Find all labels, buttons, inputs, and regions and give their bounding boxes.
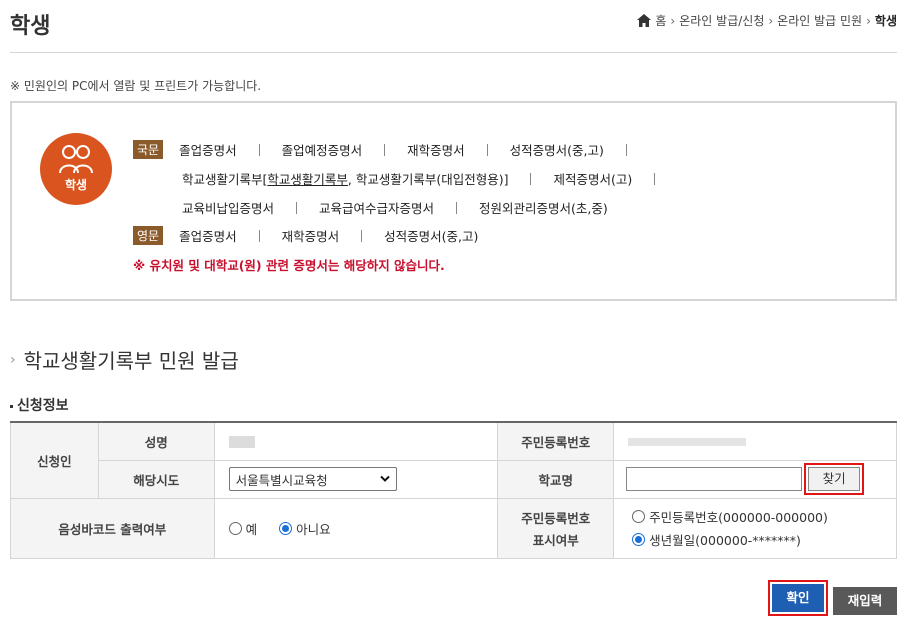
- cert-enrollment[interactable]: 재학증명서: [407, 140, 465, 159]
- divider: [456, 201, 458, 214]
- divider: [361, 229, 363, 242]
- region-cell: 서울특별시교육청: [213, 459, 499, 499]
- rrn-display-label-1: 주민등록번호: [521, 510, 591, 526]
- header-divider: [10, 52, 897, 53]
- divider: [486, 143, 488, 156]
- cert-tuition-payment[interactable]: 교육비납입증명서: [182, 198, 274, 217]
- name-label: 성명: [97, 421, 215, 461]
- rrn-full-label[interactable]: 주민등록번호(000000-000000): [649, 507, 828, 526]
- find-school-button[interactable]: 찾기: [808, 467, 861, 491]
- rrn-value: [613, 421, 897, 461]
- divider: [258, 229, 260, 242]
- cert-record-prefix: 학교생활기록부[: [182, 172, 268, 187]
- name-value: [213, 421, 499, 461]
- divider: [384, 143, 386, 156]
- redacted-name: [228, 436, 255, 449]
- rrn-birth-radio[interactable]: [632, 533, 646, 546]
- barcode-yes-radio[interactable]: [228, 521, 242, 535]
- region-select-value: 서울특별시교육청: [235, 472, 328, 488]
- barcode-label: 음성바코드 출력여부: [10, 497, 215, 559]
- application-form: 신청인 성명 주민등록번호 해당시도 서울특별시교육청 학교명 찾기 음성바코드…: [10, 421, 897, 559]
- chevron-down-icon: [379, 475, 390, 482]
- divider: [654, 172, 656, 185]
- barcode-options: 예 아니요: [213, 497, 499, 559]
- chevron-right-icon: ›: [10, 351, 16, 368]
- table-row: 해당시도 서울특별시교육청 학교명 찾기: [11, 459, 897, 499]
- certificate-box: 학생 국문 졸업증명서 졸업예정증명서 재학증명서 성적증명서(중,고) 학교생…: [10, 101, 897, 301]
- english-tag: 영문: [133, 226, 164, 245]
- rrn-birth-label[interactable]: 생년월일(000000-*******): [649, 530, 801, 549]
- warning-text: ※ 유치원 및 대학교(원) 관련 증명서는 해당하지 않습니다.: [133, 258, 445, 273]
- divider: [530, 172, 532, 185]
- rrn-label: 주민등록번호: [497, 421, 615, 461]
- student-badge: 학생: [40, 133, 112, 205]
- rrn-display-label: 주민등록번호 표시여부: [497, 497, 615, 559]
- notice-text: ※ 민원인의 PC에서 열람 및 프린트가 가능합니다.: [10, 79, 262, 93]
- cert-row-3: 교육비납입증명서 교육급여수급자증명서 정원외관리증명서(초,중): [182, 198, 608, 217]
- cert-row-2: 학교생활기록부[ 학교생활기록부 , 학교생활기록부(대입전형용)] 제적증명서…: [182, 169, 677, 188]
- cert-en-graduation[interactable]: 졸업증명서: [179, 226, 237, 245]
- school-label: 학교명: [497, 459, 615, 499]
- cert-education-benefit[interactable]: 교육급여수급자증명서: [319, 198, 434, 217]
- breadcrumb-current: 학생: [874, 14, 897, 28]
- divider: [296, 201, 298, 214]
- table-row: 음성바코드 출력여부 예 아니요 주민등록번호 표시여부 주민등록번호(0000…: [10, 497, 897, 559]
- cert-graduation[interactable]: 졸업증명서: [179, 140, 237, 159]
- school-cell: 찾기: [613, 459, 897, 499]
- confirm-button-highlight: 확인: [768, 580, 828, 616]
- divider: [258, 143, 260, 156]
- region-label: 해당시도: [97, 459, 215, 499]
- divider: [625, 143, 627, 156]
- home-icon[interactable]: [637, 14, 652, 27]
- cert-school-record-link[interactable]: 학교생활기록부: [267, 169, 348, 188]
- cert-record-suffix[interactable]: , 학교생활기록부(대입전형용)]: [348, 169, 509, 188]
- chevron-right-icon: ›: [768, 13, 774, 28]
- confirm-button[interactable]: 확인: [772, 584, 824, 612]
- cert-expected-graduation[interactable]: 졸업예정증명서: [282, 140, 363, 159]
- breadcrumb-online-civil[interactable]: 온라인 발급 민원: [777, 12, 862, 29]
- breadcrumb: 홈 › 온라인 발급/신청 › 온라인 발급 민원 › 학생: [637, 12, 897, 29]
- cert-row-1: 국문 졸업증명서 졸업예정증명서 재학증명서 성적증명서(중,고): [133, 140, 649, 159]
- chevron-right-icon: ›: [866, 13, 871, 28]
- breadcrumb-home[interactable]: 홈: [655, 12, 666, 29]
- page-title: 학생: [10, 14, 51, 39]
- barcode-no-radio[interactable]: [279, 521, 293, 535]
- barcode-no-label[interactable]: 아니요: [296, 519, 331, 538]
- applicant-label: 신청인: [10, 421, 99, 499]
- table-row: 신청인 성명 주민등록번호: [10, 421, 897, 499]
- school-name-input[interactable]: [626, 467, 803, 491]
- chevron-right-icon: ›: [670, 13, 676, 28]
- cert-extra-quota[interactable]: 정원외관리증명서(초,중): [479, 198, 608, 217]
- badge-label: 학생: [64, 178, 88, 192]
- people-icon: [59, 145, 93, 174]
- cert-expulsion[interactable]: 제적증명서(고): [553, 169, 632, 188]
- rrn-full-radio[interactable]: [632, 510, 646, 523]
- barcode-yes-label[interactable]: 예: [246, 519, 258, 538]
- cert-grades[interactable]: 성적증명서(중,고): [510, 140, 604, 159]
- region-select[interactable]: 서울특별시교육청: [228, 467, 397, 491]
- section-title: › 학교생활기록부 민원 발급: [10, 345, 239, 374]
- cert-en-grades[interactable]: 성적증명서(중,고): [384, 226, 478, 245]
- korean-tag: 국문: [133, 140, 164, 159]
- rrn-display-label-2: 표시여부: [532, 532, 579, 548]
- reset-button[interactable]: 재입력: [833, 587, 897, 615]
- bullet-icon: [10, 404, 13, 408]
- cert-en-enrollment[interactable]: 재학증명서: [282, 226, 340, 245]
- redacted-rrn: [628, 438, 747, 447]
- cert-row-english: 영문 졸업증명서 재학증명서 성적증명서(중,고): [133, 226, 478, 245]
- sub-title: 신청정보: [10, 395, 69, 415]
- rrn-display-options: 주민등록번호(000000-000000) 생년월일(000000-******…: [613, 497, 897, 559]
- sub-title-text: 신청정보: [17, 398, 69, 414]
- find-button-highlight: 찾기: [804, 463, 865, 495]
- section-title-text: 학교생활기록부 민원 발급: [23, 349, 239, 373]
- breadcrumb-online-issue[interactable]: 온라인 발급/신청: [679, 12, 764, 29]
